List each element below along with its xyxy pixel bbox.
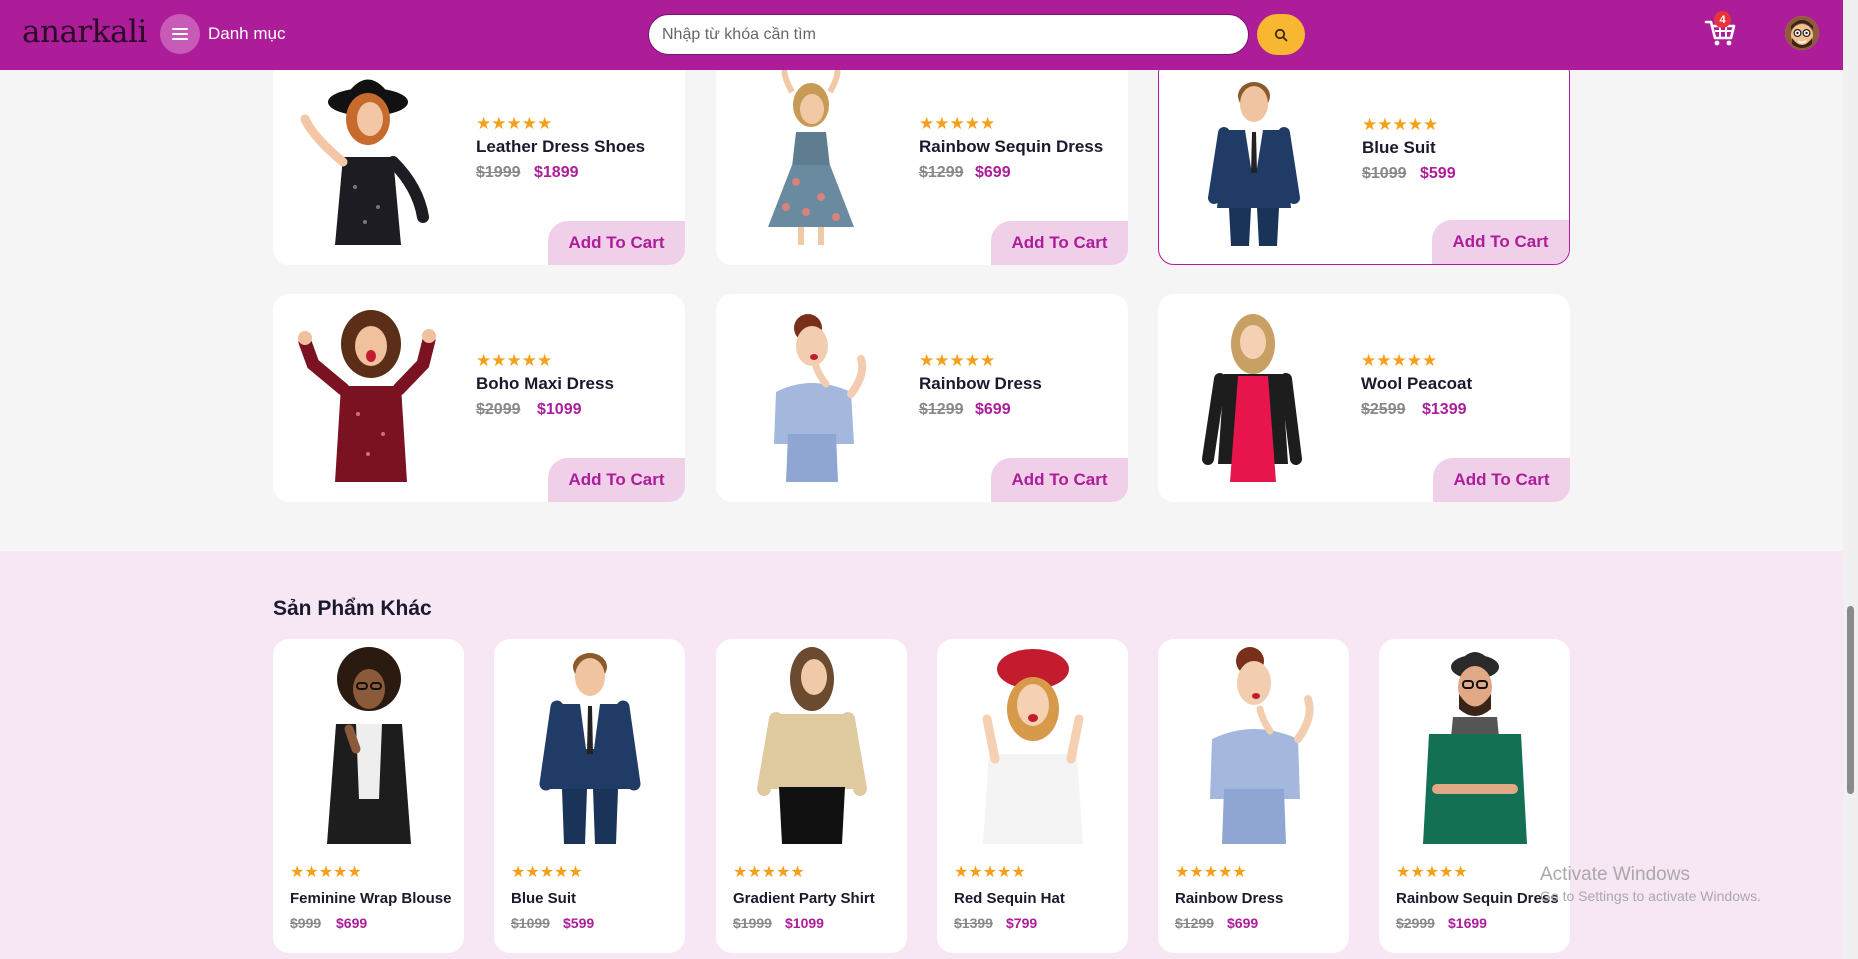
- activate-windows-subtitle: Go to Settings to activate Windows.: [1540, 888, 1761, 904]
- search-icon: [1274, 28, 1288, 41]
- product-card[interactable]: ★★★★★ Red Sequin Hat $1399 $799: [937, 639, 1128, 953]
- product-image[interactable]: [283, 304, 453, 482]
- product-image[interactable]: [945, 639, 1120, 844]
- search-input[interactable]: [648, 14, 1249, 55]
- old-price: $1099: [511, 915, 550, 931]
- sale-price: $799: [1006, 915, 1038, 931]
- product-image[interactable]: [283, 67, 453, 245]
- sale-price: $1399: [1422, 401, 1467, 418]
- sale-price: $699: [975, 401, 1011, 418]
- product-name[interactable]: Red Sequin Hat: [954, 890, 1065, 907]
- product-name[interactable]: Rainbow Dress: [919, 374, 1042, 394]
- product-name[interactable]: Rainbow Sequin Dress: [1396, 890, 1559, 907]
- user-avatar[interactable]: [1785, 16, 1819, 50]
- add-to-cart-button[interactable]: Add To Cart: [548, 221, 685, 265]
- product-card[interactable]: ★★★★★ Rainbow Sequin Dress $1299 $699 Ad…: [716, 57, 1128, 265]
- old-price: $999: [290, 915, 322, 931]
- old-price: $2099: [476, 401, 521, 418]
- product-name[interactable]: Gradient Party Shirt: [733, 890, 875, 907]
- rating-stars: ★★★★★: [511, 864, 583, 881]
- old-price: $1299: [919, 164, 964, 181]
- old-price: $2599: [1361, 401, 1406, 418]
- sale-price: $599: [1420, 165, 1456, 182]
- old-price: $1099: [1362, 165, 1407, 182]
- sale-price: $1099: [785, 915, 824, 931]
- rating-stars: ★★★★★: [1361, 351, 1438, 370]
- product-image[interactable]: [502, 639, 677, 844]
- old-price: $1299: [919, 401, 964, 418]
- add-to-cart-button[interactable]: Add To Cart: [991, 221, 1128, 265]
- rating-stars: ★★★★★: [919, 114, 996, 133]
- hamburger-icon: [172, 28, 188, 40]
- sale-price: $699: [1227, 915, 1259, 931]
- product-card[interactable]: ★★★★★ Rainbow Dress $1299 $699 Add To Ca…: [716, 294, 1128, 502]
- rating-stars: ★★★★★: [1175, 864, 1247, 881]
- sale-price: $699: [336, 915, 368, 931]
- product-image[interactable]: [726, 64, 896, 245]
- product-name[interactable]: Rainbow Sequin Dress: [919, 137, 1103, 157]
- old-price: $1399: [954, 915, 993, 931]
- cart-count-badge: 4: [1714, 11, 1731, 28]
- category-menu-label[interactable]: Danh mục: [208, 24, 285, 44]
- product-image[interactable]: [281, 639, 456, 844]
- old-price: $2999: [1396, 915, 1435, 931]
- product-card[interactable]: ★★★★★ Feminine Wrap Blouse $999 $699: [273, 639, 464, 953]
- top-navbar: anarkali Danh mục 4: [0, 0, 1843, 70]
- rating-stars: ★★★★★: [476, 114, 553, 133]
- rating-stars: ★★★★★: [1362, 115, 1439, 134]
- old-price: $1999: [733, 915, 772, 931]
- sale-price: $599: [563, 915, 595, 931]
- sale-price: $1099: [537, 401, 582, 418]
- scrollbar-thumb[interactable]: [1847, 606, 1854, 794]
- rating-stars: ★★★★★: [733, 864, 805, 881]
- product-card[interactable]: ★★★★★ Rainbow Sequin Dress $2999 $1699: [1379, 639, 1570, 953]
- product-card[interactable]: ★★★★★ Wool Peacoat $2599 $1399 Add To Ca…: [1158, 294, 1570, 502]
- product-name[interactable]: Blue Suit: [511, 890, 576, 907]
- logo-text: anarkali: [22, 14, 147, 50]
- avatar-face-icon: [1785, 16, 1819, 50]
- product-name[interactable]: Boho Maxi Dress: [476, 374, 614, 394]
- rating-stars: ★★★★★: [290, 864, 362, 881]
- old-price: $1299: [1175, 915, 1214, 931]
- product-name[interactable]: Blue Suit: [1362, 138, 1436, 158]
- product-name[interactable]: Feminine Wrap Blouse: [290, 890, 451, 907]
- rating-stars: ★★★★★: [919, 351, 996, 370]
- sale-price: $1699: [1448, 915, 1487, 931]
- add-to-cart-button[interactable]: Add To Cart: [1433, 458, 1570, 502]
- product-name[interactable]: Wool Peacoat: [1361, 374, 1472, 394]
- add-to-cart-button[interactable]: Add To Cart: [1432, 220, 1569, 264]
- rating-stars: ★★★★★: [954, 864, 1026, 881]
- category-menu-button[interactable]: [160, 14, 200, 54]
- rating-stars: ★★★★★: [476, 351, 553, 370]
- product-card[interactable]: ★★★★★ Boho Maxi Dress $2099 $1099 Add To…: [273, 294, 685, 502]
- product-card[interactable]: ★★★★★ Leather Dress Shoes $1999 $1899 Ad…: [273, 57, 685, 265]
- add-to-cart-button[interactable]: Add To Cart: [548, 458, 685, 502]
- rating-stars: ★★★★★: [1396, 864, 1468, 881]
- sale-price: $699: [975, 164, 1011, 181]
- search-button[interactable]: [1257, 14, 1305, 55]
- product-card[interactable]: ★★★★★ Blue Suit $1099 $599 Add To Cart: [1158, 57, 1570, 265]
- product-card[interactable]: ★★★★★ Blue Suit $1099 $599: [494, 639, 685, 953]
- section-title: Sản Phẩm Khác: [273, 597, 432, 620]
- product-image[interactable]: [1168, 304, 1338, 482]
- product-image[interactable]: [1387, 639, 1562, 844]
- product-image[interactable]: [1166, 639, 1341, 844]
- old-price: $1999: [476, 164, 521, 181]
- product-card[interactable]: ★★★★★ Rainbow Dress $1299 $699: [1158, 639, 1349, 953]
- scrollbar-track[interactable]: [1843, 0, 1858, 959]
- add-to-cart-button[interactable]: Add To Cart: [991, 458, 1128, 502]
- product-card[interactable]: ★★★★★ Gradient Party Shirt $1999 $1099: [716, 639, 907, 953]
- product-image[interactable]: [724, 639, 899, 844]
- sale-price: $1899: [534, 164, 579, 181]
- product-name[interactable]: Rainbow Dress: [1175, 890, 1283, 907]
- logo[interactable]: anarkali: [22, 14, 147, 50]
- activate-windows-title: Activate Windows: [1540, 864, 1690, 885]
- product-name[interactable]: Leather Dress Shoes: [476, 137, 645, 157]
- product-image[interactable]: [1169, 68, 1339, 246]
- product-image[interactable]: [726, 304, 896, 482]
